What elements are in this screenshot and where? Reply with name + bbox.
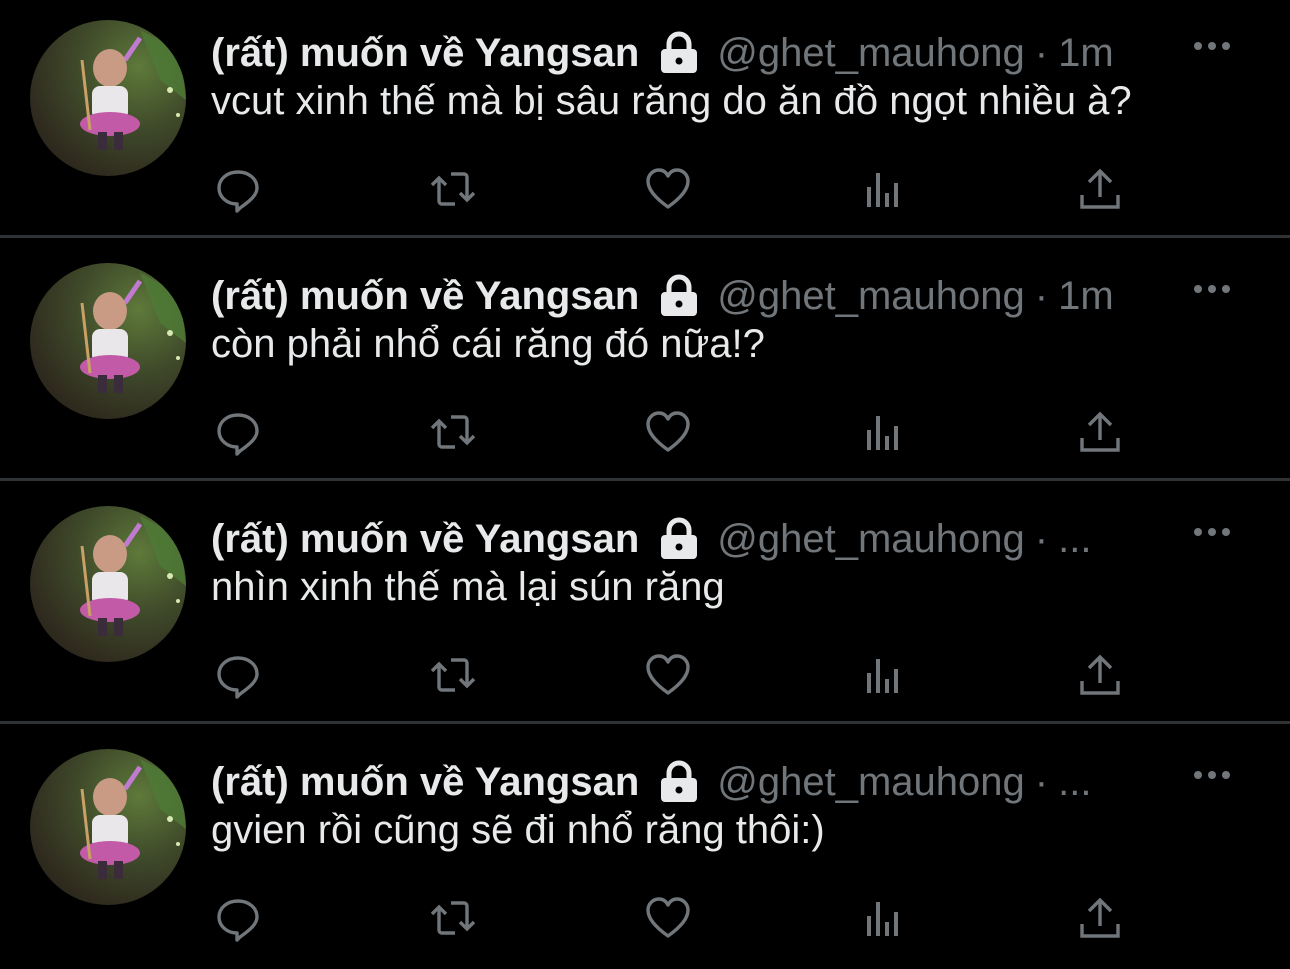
- share-icon: [1080, 168, 1120, 209]
- tweet-header: (rất) muốn về Yangsan @ghet_mauhong · 1m: [211, 28, 1211, 78]
- share-button[interactable]: [1075, 164, 1125, 214]
- timestamp[interactable]: ...: [1058, 757, 1091, 807]
- retweet-button[interactable]: [428, 893, 478, 943]
- like-button[interactable]: [643, 407, 693, 457]
- tweet-actions: [211, 893, 1131, 943]
- avatar[interactable]: [30, 506, 186, 662]
- user-handle[interactable]: @ghet_mauhong: [717, 514, 1025, 564]
- views-icon: [867, 173, 898, 207]
- retweet-button[interactable]: [428, 164, 478, 214]
- separator-dot: ·: [1034, 31, 1049, 75]
- avatar[interactable]: [30, 263, 186, 419]
- display-name[interactable]: (rất) muốn về Yangsan: [211, 757, 639, 807]
- avatar[interactable]: [30, 20, 186, 176]
- tweet-header: (rất) muốn về Yangsan @ghet_mauhong · 1m: [211, 271, 1211, 321]
- tweet-header: (rất) muốn về Yangsan @ghet_mauhong ·...: [211, 514, 1211, 564]
- tweet-divider: [0, 478, 1290, 481]
- heart-icon: [646, 654, 690, 695]
- avatar[interactable]: [30, 749, 186, 905]
- share-icon: [1080, 411, 1120, 452]
- views-button[interactable]: [859, 650, 909, 700]
- separator-dot: ·: [1034, 274, 1049, 318]
- tweet-text: nhìn xinh thế mà lại sún răng: [211, 565, 725, 609]
- reply-icon: [217, 656, 259, 699]
- retweet-icon: [430, 172, 476, 206]
- tweet-text: còn phải nhổ cái răng đó nữa!?: [211, 322, 765, 366]
- reply-icon: [217, 899, 259, 942]
- user-handle[interactable]: @ghet_mauhong: [717, 28, 1025, 78]
- user-handle[interactable]: @ghet_mauhong: [717, 757, 1025, 807]
- like-button[interactable]: [643, 650, 693, 700]
- views-icon: [867, 659, 898, 693]
- share-button[interactable]: [1075, 650, 1125, 700]
- like-button[interactable]: [643, 164, 693, 214]
- separator-dot: ·: [1034, 517, 1049, 561]
- reply-button[interactable]: [213, 164, 263, 214]
- timestamp[interactable]: 1m: [1058, 271, 1114, 321]
- tweet-header: (rất) muốn về Yangsan @ghet_mauhong ·...: [211, 757, 1211, 807]
- reply-button[interactable]: [213, 407, 263, 457]
- separator-dot: ·: [1034, 760, 1049, 804]
- views-button[interactable]: [859, 164, 909, 214]
- tweet[interactable]: (rất) muốn về Yangsan @ghet_mauhong ·... g…: [0, 729, 1290, 967]
- lock-icon: [657, 28, 701, 78]
- lock-icon: [657, 757, 701, 807]
- heart-icon: [646, 168, 690, 209]
- user-handle[interactable]: @ghet_mauhong: [717, 271, 1025, 321]
- share-button[interactable]: [1075, 893, 1125, 943]
- tweet-divider: [0, 721, 1290, 724]
- display-name[interactable]: (rất) muốn về Yangsan: [211, 28, 639, 78]
- avatar-character-image: [80, 516, 186, 636]
- retweet-icon: [430, 658, 476, 692]
- share-icon: [1080, 654, 1120, 695]
- tweet-text: vcut xinh thế mà bị sâu răng do ăn đồ ng…: [211, 79, 1132, 123]
- more-icon[interactable]: [1192, 36, 1232, 56]
- tweet-actions: [211, 164, 1131, 214]
- tweet[interactable]: (rất) muốn về Yangsan @ghet_mauhong ·... n…: [0, 486, 1290, 724]
- heart-icon: [646, 411, 690, 452]
- tweet[interactable]: (rất) muốn về Yangsan @ghet_mauhong · 1m cò…: [0, 243, 1290, 481]
- timestamp[interactable]: ...: [1058, 514, 1091, 564]
- avatar-character-image: [80, 30, 186, 150]
- more-icon[interactable]: [1192, 522, 1232, 542]
- views-button[interactable]: [859, 407, 909, 457]
- tweet-actions: [211, 407, 1131, 457]
- display-name[interactable]: (rất) muốn về Yangsan: [211, 271, 639, 321]
- views-button[interactable]: [859, 893, 909, 943]
- reply-icon: [217, 413, 259, 456]
- tweet-text: gvien rồi cũng sẽ đi nhổ răng thôi:): [211, 808, 825, 852]
- reply-icon: [217, 170, 259, 213]
- tweet-actions: [211, 650, 1131, 700]
- share-icon: [1080, 897, 1120, 938]
- share-button[interactable]: [1075, 407, 1125, 457]
- avatar-character-image: [80, 273, 186, 393]
- like-button[interactable]: [643, 893, 693, 943]
- retweet-button[interactable]: [428, 407, 478, 457]
- avatar-character-image: [80, 759, 186, 879]
- views-icon: [867, 902, 898, 936]
- display-name[interactable]: (rất) muốn về Yangsan: [211, 514, 639, 564]
- views-icon: [867, 416, 898, 450]
- timestamp[interactable]: 1m: [1058, 28, 1114, 78]
- retweet-icon: [430, 901, 476, 935]
- heart-icon: [646, 897, 690, 938]
- reply-button[interactable]: [213, 650, 263, 700]
- more-icon[interactable]: [1192, 765, 1232, 785]
- tweet[interactable]: (rất) muốn về Yangsan @ghet_mauhong · 1m vc…: [0, 0, 1290, 238]
- lock-icon: [657, 271, 701, 321]
- more-icon[interactable]: [1192, 279, 1232, 299]
- tweet-divider: [0, 235, 1290, 238]
- lock-icon: [657, 514, 701, 564]
- retweet-button[interactable]: [428, 650, 478, 700]
- retweet-icon: [430, 415, 476, 449]
- reply-button[interactable]: [213, 893, 263, 943]
